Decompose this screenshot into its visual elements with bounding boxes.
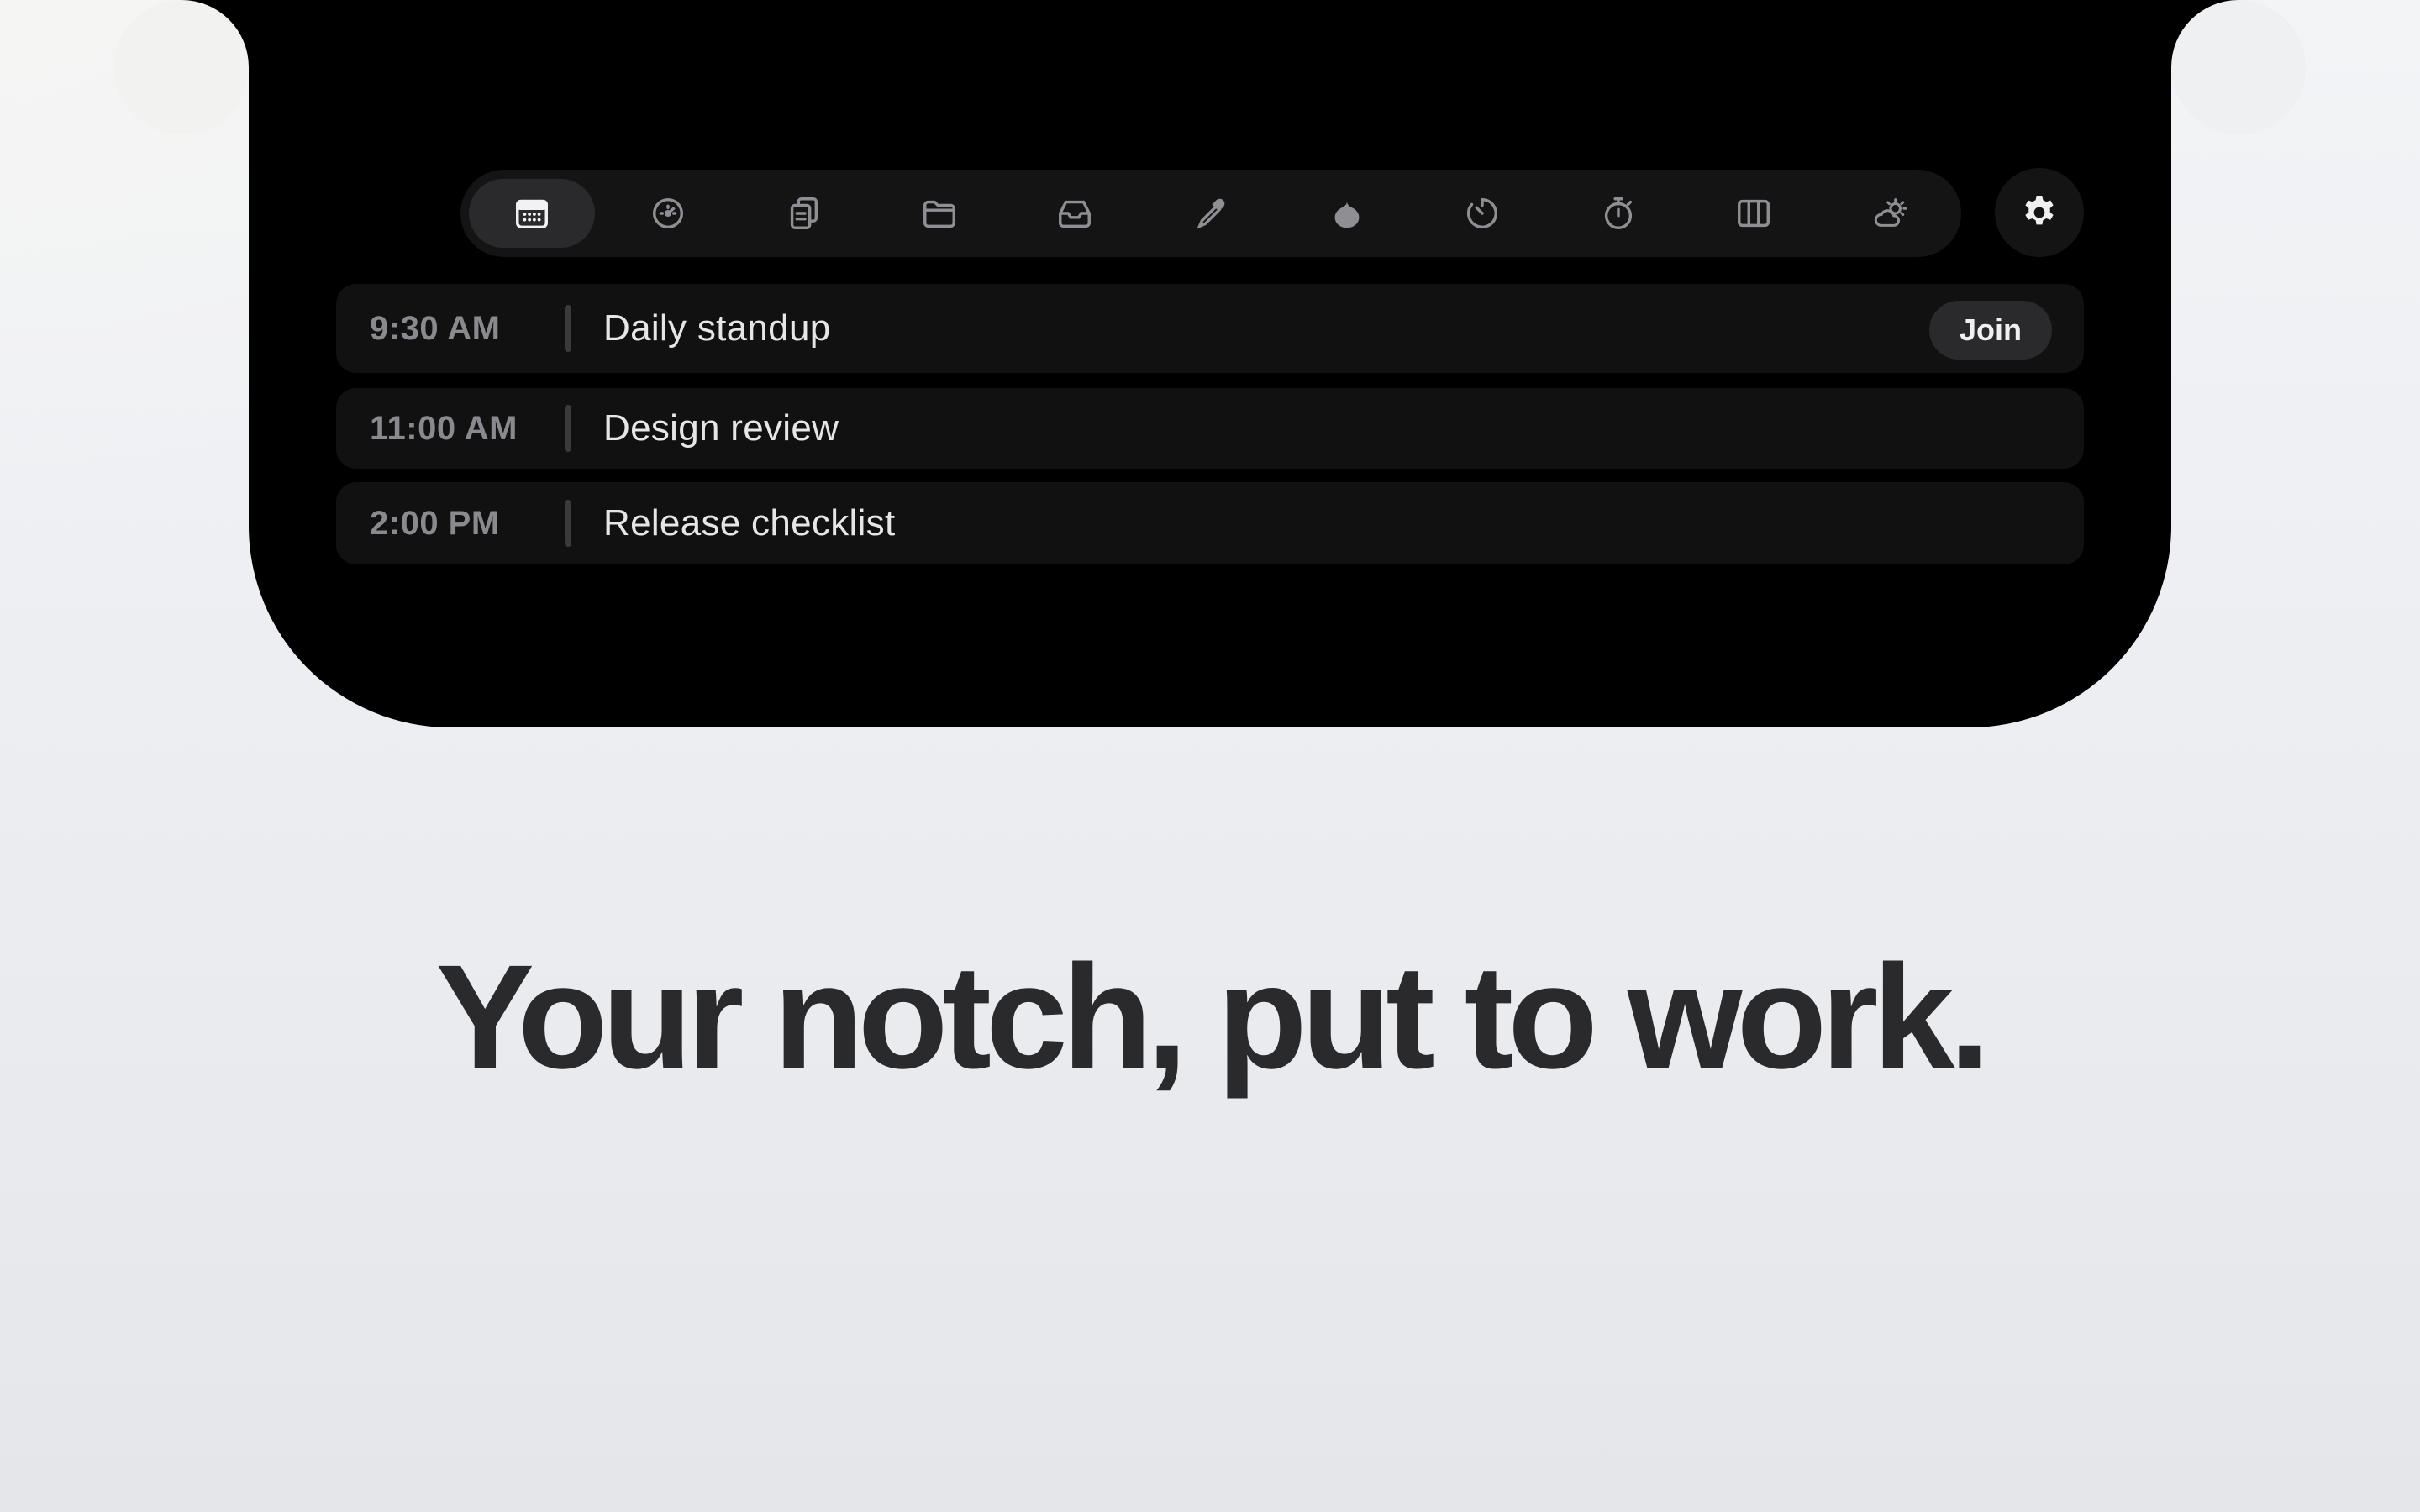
calendar-icon	[516, 199, 548, 229]
event-time: 2:00 PM	[370, 504, 500, 542]
notch-left-corner	[114, 0, 249, 134]
tool-calendar[interactable]	[469, 179, 595, 248]
tool-inbox[interactable]	[1012, 179, 1138, 248]
join-button[interactable]: Join	[1928, 301, 2052, 360]
tool-gauge[interactable]	[605, 179, 731, 248]
tool-columns[interactable]	[1691, 179, 1817, 248]
headline: Your notch, put to work.	[435, 935, 1991, 1100]
notch-toolbar	[460, 170, 1961, 257]
stopwatch-icon	[1604, 197, 1632, 229]
event-title: Design review	[603, 407, 839, 449]
event-row[interactable]: 9:30 AM Daily standup Join	[336, 284, 2084, 373]
notch-right-corner	[2171, 0, 2306, 134]
tool-weather[interactable]	[1827, 179, 1953, 248]
tool-stopwatch[interactable]	[1555, 179, 1681, 248]
event-title: Release checklist	[603, 502, 896, 543]
tool-eyedropper[interactable]	[1148, 179, 1274, 248]
event-title: Daily standup	[603, 307, 831, 349]
folder-icon	[923, 200, 955, 228]
drop-icon	[1334, 201, 1359, 228]
event-divider	[565, 405, 571, 452]
event-time: 11:00 AM	[370, 409, 518, 447]
clipboard-icon	[791, 197, 818, 229]
tool-folder[interactable]	[876, 179, 1002, 248]
event-row[interactable]: 11:00 AM Design review	[336, 388, 2084, 469]
timer-icon	[1467, 197, 1498, 228]
gear-icon	[2025, 196, 2054, 225]
event-divider	[565, 305, 571, 352]
inbox-tray-icon	[1059, 200, 1092, 228]
gauge-icon	[652, 197, 683, 229]
cloud-sun-icon	[1874, 198, 1907, 227]
eyedropper-icon	[1197, 198, 1225, 229]
columns-icon	[1738, 199, 1770, 228]
event-time: 9:30 AM	[370, 309, 501, 347]
tool-clipboard[interactable]	[740, 179, 866, 248]
event-row[interactable]: 2:00 PM Release checklist	[336, 482, 2084, 564]
tool-drop[interactable]	[1284, 179, 1410, 248]
settings-button[interactable]	[1995, 168, 2084, 257]
tool-timer[interactable]	[1419, 179, 1545, 248]
event-divider	[565, 500, 571, 547]
